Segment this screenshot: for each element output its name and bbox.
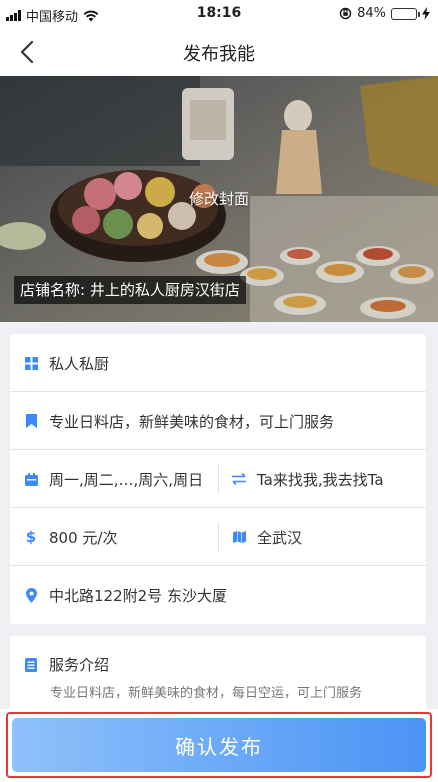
price-field[interactable]: $ 800 元/次 xyxy=(22,508,214,566)
category-row[interactable]: 私人私厨 xyxy=(10,334,426,392)
battery-icon xyxy=(391,7,420,20)
address-row[interactable]: 中北路122附2号 东沙大厦 xyxy=(10,566,426,624)
dollar-icon: $ xyxy=(25,528,37,546)
days-field[interactable]: 周一,周二,…,周六,周日 xyxy=(22,450,214,508)
bottom-bar: 确认发布 xyxy=(0,709,438,782)
confirm-publish-button[interactable]: 确认发布 xyxy=(12,718,426,772)
swap-icon xyxy=(230,473,248,485)
category-field[interactable]: 私人私厨 xyxy=(22,334,414,392)
area-field[interactable]: 全武汉 xyxy=(230,508,422,566)
area-value: 全武汉 xyxy=(257,528,303,547)
divider xyxy=(218,522,219,552)
description-value: 专业日料店，新鲜美味的食材，可上门服务 xyxy=(49,412,335,431)
days-value: 周一,周二,…,周六,周日 xyxy=(49,470,204,489)
intro-heading: 服务介绍 xyxy=(22,654,109,675)
description-field[interactable]: 专业日料店，新鲜美味的食材，可上门服务 xyxy=(22,392,414,450)
bookmark-icon xyxy=(22,414,40,428)
location-pin-icon xyxy=(22,587,40,603)
shop-name-label: 店铺名称: 井上的私人厨房汉街店 xyxy=(14,276,246,304)
nav-bar: 发布我能 xyxy=(0,28,438,76)
intro-title: 服务介绍 xyxy=(49,656,110,674)
price-area-row: $ 800 元/次 全武汉 xyxy=(10,508,426,566)
confirm-highlight: 确认发布 xyxy=(6,712,432,778)
cover-image[interactable]: 修改封面 店铺名称: 井上的私人厨房汉街店 xyxy=(0,76,438,322)
price-value: 800 元/次 xyxy=(49,528,118,547)
meet-mode-value: Ta来找我,我去找Ta xyxy=(257,470,384,489)
grid-icon xyxy=(22,356,40,370)
meet-mode-field[interactable]: Ta来找我,我去找Ta xyxy=(230,450,422,508)
status-bar: 中国移动 18:16 84% xyxy=(0,0,438,28)
edit-cover-button[interactable]: 修改封面 xyxy=(0,188,438,209)
details-card: 私人私厨 专业日料店，新鲜美味的食材，可上门服务 周一,周二,…,周六,周日 T… xyxy=(10,334,426,624)
divider xyxy=(218,464,219,494)
orientation-lock-icon xyxy=(339,7,352,20)
page-title: 发布我能 xyxy=(183,44,255,65)
address-value: 中北路122附2号 东沙大厦 xyxy=(49,586,227,605)
category-value: 私人私厨 xyxy=(49,354,110,373)
charging-icon xyxy=(422,7,430,20)
description-row[interactable]: 专业日料店，新鲜美味的食材，可上门服务 xyxy=(10,392,426,450)
address-field[interactable]: 中北路122附2号 东沙大厦 xyxy=(22,566,414,624)
status-right: 84% xyxy=(339,6,430,21)
map-icon xyxy=(230,531,248,543)
document-icon xyxy=(22,657,40,672)
intro-text[interactable]: 专业日料店，新鲜美味的食材，每日空运，可上门服务 xyxy=(50,684,410,703)
battery-percent: 84% xyxy=(357,6,386,21)
calendar-icon xyxy=(22,472,40,486)
schedule-row: 周一,周二,…,周六,周日 Ta来找我,我去找Ta xyxy=(10,450,426,508)
